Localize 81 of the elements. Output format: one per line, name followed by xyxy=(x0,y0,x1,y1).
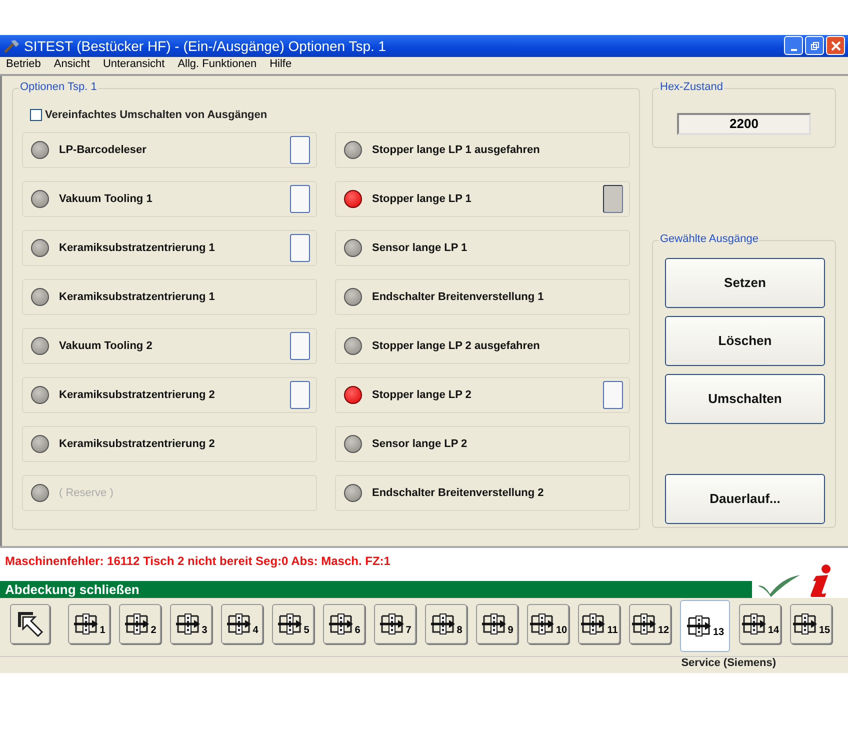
action-button[interactable]: Löschen xyxy=(665,316,825,366)
toggle-button[interactable] xyxy=(603,184,623,213)
station-button[interactable]: 15 xyxy=(790,604,832,644)
pointer-button[interactable] xyxy=(10,604,50,644)
conveyor-icon xyxy=(528,613,555,636)
station-button[interactable]: 3 xyxy=(170,604,212,644)
station-button[interactable]: 2 xyxy=(119,604,161,644)
status-text: Service (Siemens) xyxy=(681,657,776,672)
menu-item[interactable]: Allg. Funktionen xyxy=(178,58,257,73)
io-label: Sensor lange LP 1 xyxy=(372,242,468,254)
conveyor-icon xyxy=(740,613,767,636)
conveyor-icon xyxy=(328,613,354,636)
conveyor-icon xyxy=(430,613,456,636)
close-icon xyxy=(830,40,840,51)
checkbox[interactable] xyxy=(30,108,42,121)
close-button[interactable] xyxy=(826,36,845,56)
action-button[interactable]: Setzen xyxy=(665,258,825,308)
io-label: Sensor lange LP 2 xyxy=(372,438,468,450)
menu-item[interactable]: Betrieb xyxy=(6,58,41,73)
station-button[interactable]: 1 xyxy=(68,604,110,644)
continuous-run-button[interactable]: Dauerlauf... xyxy=(665,474,825,524)
toggle-button[interactable] xyxy=(290,380,310,409)
toggle-button[interactable] xyxy=(290,184,310,213)
conveyor-icon xyxy=(378,613,405,636)
station-button[interactable]: 6 xyxy=(323,604,365,644)
conveyor-icon xyxy=(72,613,99,636)
toggle-button[interactable] xyxy=(290,332,310,360)
io-label: Keramiksubstratzentrierung 2 xyxy=(59,438,216,450)
toggle-button[interactable] xyxy=(290,136,310,164)
menu-item[interactable]: Ansicht xyxy=(54,58,90,73)
io-label: Endschalter Breitenverstellung 2 xyxy=(372,486,545,499)
station-button[interactable]: 13 xyxy=(680,600,730,652)
station-button[interactable]: 4 xyxy=(221,604,263,644)
hex-value-field: 2200 xyxy=(677,112,811,135)
io-label: Keramiksubstratzentrierung 1 xyxy=(59,242,216,254)
io-label: Vakuum Tooling 1 xyxy=(59,192,154,205)
conveyor-icon xyxy=(630,613,657,636)
minimize-button[interactable] xyxy=(784,36,803,56)
conveyor-icon xyxy=(480,613,507,636)
station-button[interactable]: 5 xyxy=(272,604,314,644)
action-button[interactable]: Umschalten xyxy=(665,374,825,424)
group-title: Gewählte Ausgänge xyxy=(659,232,760,245)
station-button[interactable]: 8 xyxy=(425,604,467,644)
menu-item[interactable]: Hilfe xyxy=(270,58,292,73)
minimize-icon xyxy=(790,48,796,51)
window-title: SITEST (Bestücker HF) - (Ein-/Ausgänge) Optionen Tsp. 1 xyxy=(24,38,388,54)
toggle-button[interactable] xyxy=(290,234,310,262)
checkbox-label: Vereinfachtes Umschalten von Ausgängen xyxy=(45,108,268,121)
message-bar: Abdeckung schließen xyxy=(0,581,752,598)
conveyor-icon xyxy=(226,613,252,636)
conveyor-icon xyxy=(792,613,818,636)
io-label: Stopper lange LP 2 ausgefahren xyxy=(372,340,541,352)
group-title: Hex-Zustand xyxy=(659,80,724,93)
io-label: Endschalter Breitenverstellung 1 xyxy=(372,290,545,303)
station-button[interactable]: 12 xyxy=(629,604,671,644)
io-label: Keramiksubstratzentrierung 1 xyxy=(59,290,216,303)
conveyor-icon xyxy=(580,613,606,636)
station-button[interactable]: 11 xyxy=(578,604,620,644)
conveyor-icon xyxy=(124,613,150,636)
io-label: LP-Barcodeleser xyxy=(59,144,148,156)
pointer-icon xyxy=(15,609,45,640)
io-label: ( Reserve ) xyxy=(59,486,114,499)
station-button[interactable]: 7 xyxy=(374,604,416,644)
toggle-button[interactable] xyxy=(603,380,623,409)
conveyor-icon xyxy=(174,613,201,636)
restore-icon xyxy=(810,40,820,51)
conveyor-icon xyxy=(686,615,712,638)
io-label: Stopper lange LP 1 xyxy=(372,192,472,205)
group-title: Optionen Tsp. 1 xyxy=(19,80,98,93)
io-label: Stopper lange LP 1 ausgefahren xyxy=(372,144,541,156)
hammer-icon xyxy=(4,38,20,53)
io-label: Vakuum Tooling 2 xyxy=(59,340,154,352)
restore-button[interactable] xyxy=(805,36,824,56)
conveyor-icon xyxy=(276,613,303,636)
checkmark-icon xyxy=(756,572,802,598)
menu-item[interactable]: Unteransicht xyxy=(102,58,165,73)
station-button[interactable]: 10 xyxy=(527,604,569,644)
io-label: Stopper lange LP 2 xyxy=(372,388,472,401)
io-label: Keramiksubstratzentrierung 2 xyxy=(59,388,216,401)
station-button[interactable]: 14 xyxy=(739,604,781,644)
station-button[interactable]: 9 xyxy=(476,604,518,644)
